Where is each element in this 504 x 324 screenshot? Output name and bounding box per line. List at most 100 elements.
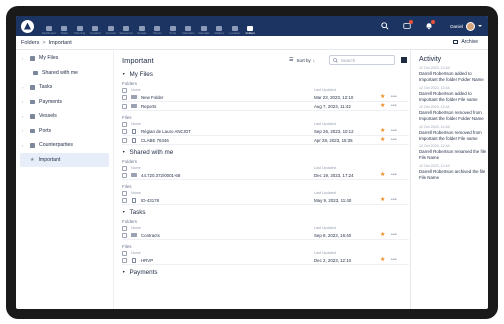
chevron-down-icon[interactable]: ▼: [122, 210, 125, 214]
select-all-checkbox[interactable]: [122, 190, 127, 196]
sidebar-item-counterparties[interactable]: › Counterparties: [16, 138, 113, 153]
select-all-checkbox[interactable]: [122, 225, 127, 231]
messages-icon[interactable]: [400, 16, 414, 36]
chevron-down-icon[interactable]: ▼: [122, 72, 125, 76]
star-icon[interactable]: ★: [380, 232, 385, 238]
column-last-updated[interactable]: Last Updated: [314, 88, 336, 92]
star-icon[interactable]: ★: [380, 197, 385, 203]
select-all-checkbox[interactable]: [122, 165, 127, 171]
grid-view-icon[interactable]: [401, 57, 407, 63]
app-logo[interactable]: [21, 19, 34, 33]
nav-item-tasks[interactable]: Tasks: [57, 18, 73, 36]
breadcrumb-root[interactable]: Folders: [21, 40, 39, 46]
table-row[interactable]: Reports Aug 7, 2023, 11:42 ★ •••: [122, 102, 409, 111]
row-checkbox[interactable]: [122, 172, 127, 178]
row-checkbox[interactable]: [122, 137, 127, 143]
more-options-icon[interactable]: •••: [391, 94, 397, 100]
nav-item-calculator[interactable]: Calculator: [181, 18, 197, 36]
star-icon[interactable]: ★: [380, 137, 385, 143]
star-icon[interactable]: ★: [380, 172, 385, 178]
search-input[interactable]: [341, 57, 393, 63]
chevron-down-icon[interactable]: ▼: [122, 150, 125, 154]
star-icon[interactable]: ★: [380, 94, 385, 100]
column-name[interactable]: Name: [131, 226, 141, 230]
nav-item-folders[interactable]: Folders: [243, 18, 259, 36]
row-checkbox[interactable]: [122, 128, 127, 134]
table-row[interactable]: 44.720.372/0001-68 Dec 19, 2023, 17:24 ★ ••…: [122, 171, 409, 180]
nav-item-vessels[interactable]: Vessels: [134, 18, 150, 36]
more-options-icon[interactable]: •••: [391, 232, 397, 238]
column-last-updated[interactable]: Last Updated: [314, 122, 336, 126]
search-icon[interactable]: [378, 16, 392, 36]
nav-item-dashboard[interactable]: Dashboard: [41, 18, 57, 36]
row-name[interactable]: HRVP: [141, 258, 153, 263]
section-shared-with-me[interactable]: ▼ Shared with me: [122, 147, 409, 157]
nav-item-planning[interactable]: Planning: [72, 18, 88, 36]
select-all-checkbox[interactable]: [122, 250, 127, 256]
star-icon[interactable]: ★: [380, 103, 385, 109]
nav-item-ports[interactable]: Ports: [165, 18, 181, 36]
more-options-icon[interactable]: •••: [391, 137, 397, 143]
chevron-right-icon[interactable]: ›: [22, 56, 27, 61]
section-my-files[interactable]: ▼ My Files: [122, 69, 409, 79]
table-row[interactable]: Contracts Sep 8, 2023, 16:40 ★ •••: [122, 231, 409, 240]
column-last-updated[interactable]: Last Updated: [314, 251, 336, 255]
sidebar-item-ports[interactable]: › Ports: [16, 124, 113, 139]
row-name[interactable]: Régian de Lauro ANCIOT: [141, 129, 191, 134]
table-row[interactable]: New Folder Mar 23, 2023, 12:10 ★ •••: [122, 93, 409, 102]
sidebar-item-my-files[interactable]: › My Files: [16, 51, 113, 66]
column-name[interactable]: Name: [131, 88, 141, 92]
row-checkbox[interactable]: [122, 257, 127, 263]
nav-item-contacts[interactable]: Contacts: [88, 18, 104, 36]
row-name[interactable]: ID-43178: [141, 198, 159, 203]
sidebar-item-vessels[interactable]: › Vessels: [16, 109, 113, 124]
more-options-icon[interactable]: •••: [391, 172, 397, 178]
more-options-icon[interactable]: •••: [391, 197, 397, 203]
sidebar-item-payments[interactable]: › Payments: [16, 95, 113, 110]
user-name[interactable]: Daniel: [450, 24, 463, 29]
chevron-right-icon[interactable]: ›: [22, 114, 27, 119]
select-all-checkbox[interactable]: [122, 121, 127, 127]
row-name[interactable]: 44.720.372/0001-68: [141, 173, 180, 178]
sidebar-item-important[interactable]: ★ Important: [20, 152, 109, 167]
row-name[interactable]: Contracts: [141, 233, 160, 238]
row-checkbox[interactable]: [122, 103, 127, 109]
avatar[interactable]: [466, 21, 475, 31]
nav-item-account[interactable]: Account: [103, 18, 119, 36]
column-last-updated[interactable]: Last Updated: [314, 226, 336, 230]
chevron-right-icon[interactable]: ›: [22, 85, 27, 90]
star-icon[interactable]: ★: [380, 257, 385, 263]
nav-item-clients[interactable]: Clients: [150, 18, 166, 36]
table-row[interactable]: ID-43178 May 9, 2023, 11:40 ★ •••: [122, 196, 409, 205]
nav-item-resources[interactable]: Resources: [119, 18, 135, 36]
more-options-icon[interactable]: •••: [391, 257, 397, 263]
more-options-icon[interactable]: •••: [391, 128, 397, 134]
chevron-down-icon[interactable]: ▼: [122, 270, 125, 274]
section-tasks[interactable]: ▼ Tasks: [122, 207, 409, 217]
bell-icon[interactable]: [422, 16, 436, 36]
sidebar-item-shared-with-me[interactable]: Shared with me: [16, 66, 113, 81]
sidebar-item-tasks[interactable]: › Tasks: [16, 80, 113, 95]
column-name[interactable]: Name: [131, 191, 141, 195]
nav-item-location[interactable]: Location: [227, 18, 243, 36]
row-name[interactable]: Reports: [141, 104, 156, 109]
table-row[interactable]: HRVP Dec 2, 2023, 12:10 ★ •••: [122, 256, 409, 265]
row-name[interactable]: New Folder: [141, 95, 163, 100]
nav-item-mailbox[interactable]: Mailbox: [212, 18, 228, 36]
row-checkbox[interactable]: [122, 197, 127, 203]
column-name[interactable]: Name: [131, 122, 141, 126]
chevron-down-icon[interactable]: [478, 25, 482, 27]
more-options-icon[interactable]: •••: [391, 103, 397, 109]
archive-button[interactable]: Archive: [453, 39, 478, 45]
search-box[interactable]: [329, 55, 395, 65]
column-last-updated[interactable]: Last Updated: [314, 166, 336, 170]
chevron-right-icon[interactable]: ›: [22, 99, 27, 104]
row-checkbox[interactable]: [122, 232, 127, 238]
chevron-right-icon[interactable]: ›: [22, 128, 27, 133]
row-name[interactable]: CLABE 76346: [141, 138, 169, 143]
select-all-checkbox[interactable]: [122, 87, 127, 93]
table-row[interactable]: Régian de Lauro ANCIOT Sep 26, 2023, 10:1…: [122, 127, 409, 136]
chevron-right-icon[interactable]: ›: [22, 143, 27, 148]
table-row[interactable]: CLABE 76346 Apr 28, 2023, 15:35 ★ •••: [122, 136, 409, 145]
section-payments[interactable]: ▼ Payments: [122, 267, 409, 277]
